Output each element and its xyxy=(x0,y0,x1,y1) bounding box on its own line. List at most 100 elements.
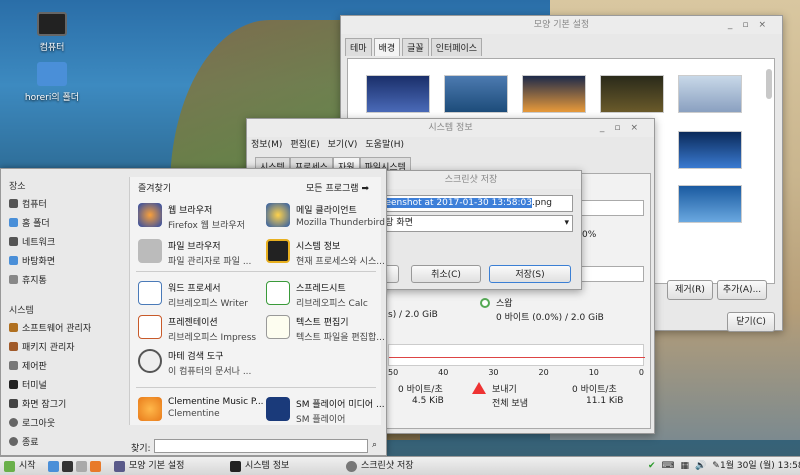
network-icon[interactable]: ▦ xyxy=(681,459,690,474)
system-terminal[interactable]: 터미널 xyxy=(9,378,47,391)
app-system-monitor[interactable]: 시스템 정보 현재 프로세스와 시스... xyxy=(266,239,385,267)
tab-interface[interactable]: 인터페이스 xyxy=(430,38,483,56)
impress-icon xyxy=(138,315,162,339)
system-tray: ✔ ⌨ ▦ 🔊 ✎ xyxy=(648,459,720,474)
pen-icon[interactable]: ✎ xyxy=(712,459,720,474)
terminal-icon[interactable] xyxy=(62,461,73,472)
task-label: 시스템 정보 xyxy=(245,461,290,471)
axis-tick: 30 xyxy=(488,368,499,377)
window-controls[interactable]: _▫× xyxy=(728,16,776,34)
thunderbird-icon xyxy=(266,203,290,227)
place-trash[interactable]: 휴지통 xyxy=(9,273,47,286)
system-logout[interactable]: 로그아웃 xyxy=(9,416,55,429)
window-titlebar[interactable]: 모양 기본 설정 _▫× xyxy=(341,16,782,34)
app-smplayer[interactable]: SM 플레이어 미디어 ... SM 플레이어 xyxy=(266,397,385,425)
all-programs-button[interactable]: 모든 프로그램 ➡ xyxy=(306,181,369,194)
filename-input[interactable]: creenshot at 2017-01-30 13:58:03.png xyxy=(373,195,573,212)
tab-fonts[interactable]: 글꼴 xyxy=(402,38,429,56)
system-shutdown[interactable]: 종료 xyxy=(9,435,39,448)
favorites-panel: 즐겨찾기 모든 프로그램 ➡ 웹 브라우저 Firefox 웹 브라우저 메일 클… xyxy=(129,177,385,425)
tab-theme[interactable]: 테마 xyxy=(345,38,372,56)
app-file-browser[interactable]: 파일 브라우저 파일 관리자로 파일 ... xyxy=(138,239,251,267)
place-network[interactable]: 네트워크 xyxy=(9,235,55,248)
search-input[interactable] xyxy=(154,439,368,453)
place-computer[interactable]: 컴퓨터 xyxy=(9,197,47,210)
desktop-icon xyxy=(9,256,18,265)
system-lock-screen[interactable]: 화면 잠그기 xyxy=(9,397,66,410)
place-home[interactable]: 홈 폴더 xyxy=(9,216,50,229)
show-desktop-icon[interactable] xyxy=(48,461,59,472)
remove-button[interactable]: 제거(R) xyxy=(667,280,713,300)
task-appearance[interactable]: 모양 기본 설정 xyxy=(114,459,184,474)
app-impress[interactable]: 프레젠테이션 리브레오피스 Impress xyxy=(138,315,256,343)
clock[interactable]: 1월 30일 (월) 13:58 xyxy=(720,459,800,474)
start-button[interactable]: 시작 xyxy=(4,459,36,474)
axis-tick: 20 xyxy=(538,368,549,377)
file-cabinet-icon xyxy=(138,239,162,263)
task-system-monitor[interactable]: 시스템 정보 xyxy=(230,459,289,474)
package-icon xyxy=(9,342,18,351)
add-button[interactable]: 추가(A)... xyxy=(717,280,767,300)
firefox-icon[interactable] xyxy=(90,461,101,472)
window-titlebar[interactable]: 스크린샷 저장 xyxy=(361,171,581,189)
app-mail-client[interactable]: 메일 클라이언트 Mozilla Thunderbird xyxy=(266,203,385,228)
update-check-icon[interactable]: ✔ xyxy=(648,459,656,474)
folder-select[interactable]: 바탕 화면 ▾ xyxy=(373,215,573,232)
menu-view[interactable]: 보기(V) xyxy=(328,137,358,150)
app-text-editor[interactable]: 텍스트 편집기 텍스트 파일을 편집합... xyxy=(266,315,385,343)
axis-tick: 10 xyxy=(588,368,599,377)
system-control-panel[interactable]: 제어판 xyxy=(9,359,47,372)
save-button[interactable]: 저장(S) xyxy=(489,265,571,283)
network-axis: 50 40 30 20 10 0 xyxy=(388,368,644,377)
divider xyxy=(136,387,376,388)
system-package-manager[interactable]: 패키지 관리자 xyxy=(9,340,75,353)
file-manager-icon[interactable] xyxy=(76,461,87,472)
wallpaper-thumb[interactable] xyxy=(678,131,742,169)
wallpaper-thumb[interactable] xyxy=(366,75,430,113)
wallpaper-thumb[interactable] xyxy=(444,75,508,113)
desktop-icon-computer[interactable]: 컴퓨터 xyxy=(22,12,82,53)
app-desc: 리브레오피스 Calc xyxy=(296,299,368,309)
start-label: 시작 xyxy=(19,461,36,471)
menu-edit[interactable]: 편집(E) xyxy=(290,137,319,150)
system-software-manager[interactable]: 소프트웨어 관리자 xyxy=(9,321,91,334)
start-menu-icon xyxy=(4,461,15,472)
close-button[interactable]: 닫기(C) xyxy=(727,312,775,332)
keyboard-icon[interactable]: ⌨ xyxy=(662,459,675,474)
wallpaper-thumb[interactable] xyxy=(678,75,742,113)
app-calc[interactable]: 스프레드시트 리브레오피스 Calc xyxy=(266,281,368,309)
app-writer[interactable]: 워드 프로세서 리브레오피스 Writer xyxy=(138,281,248,309)
system-label: 화면 잠그기 xyxy=(22,400,67,410)
receive-rate: 0 바이트/초 xyxy=(398,385,443,395)
place-label: 바탕화면 xyxy=(22,257,56,267)
search-icon[interactable]: ⌕ xyxy=(372,440,377,450)
desktop-icon-label: horeri의 폴더 xyxy=(24,93,80,103)
menu-bar: 정보(M) 편집(E) 보기(V) 도움말(H) xyxy=(251,137,404,150)
menu-help[interactable]: 도움말(H) xyxy=(365,137,404,150)
wallpaper-thumb[interactable] xyxy=(522,75,586,113)
software-manager-icon xyxy=(9,323,18,332)
task-save-screenshot[interactable]: 스크린샷 저장 xyxy=(346,459,414,474)
app-name: 시스템 정보 xyxy=(296,242,341,252)
desktop-icon-home[interactable]: horeri의 폴더 xyxy=(22,62,82,103)
wallpaper-thumb[interactable] xyxy=(600,75,664,113)
app-search-tool[interactable]: 마테 검색 도구 이 컴퓨터의 문서나 ... xyxy=(138,349,251,377)
place-desktop[interactable]: 바탕화면 xyxy=(9,254,55,267)
app-desc: 리브레오피스 Writer xyxy=(168,299,249,309)
app-web-browser[interactable]: 웹 브라우저 Firefox 웹 브라우저 xyxy=(138,203,245,231)
send-label: 보내기 xyxy=(492,385,517,395)
menu-info[interactable]: 정보(M) xyxy=(251,137,282,150)
app-desc: 파일 관리자로 파일 ... xyxy=(168,257,252,267)
screenshot-icon xyxy=(346,461,357,472)
taskbar: 시작 모양 기본 설정 시스템 정보 스크린샷 저장 ✔ ⌨ ▦ 🔊 ✎ 1월 … xyxy=(0,456,800,475)
volume-icon[interactable]: 🔊 xyxy=(695,459,706,474)
window-controls[interactable]: _▫× xyxy=(600,119,648,137)
scrollbar-thumb[interactable] xyxy=(766,69,772,99)
wallpaper-thumb[interactable] xyxy=(678,185,742,223)
cancel-button[interactable]: 취소(C) xyxy=(411,265,481,283)
app-clementine[interactable]: Clementine Music P... Clementine xyxy=(138,397,264,421)
tab-background[interactable]: 배경 xyxy=(373,38,401,56)
app-name: 마테 검색 도구 xyxy=(168,352,224,362)
window-titlebar[interactable]: 시스템 정보 _▫× xyxy=(247,119,654,137)
swap-value: 0 바이트 (0.0%) / 2.0 GiB xyxy=(496,313,604,323)
